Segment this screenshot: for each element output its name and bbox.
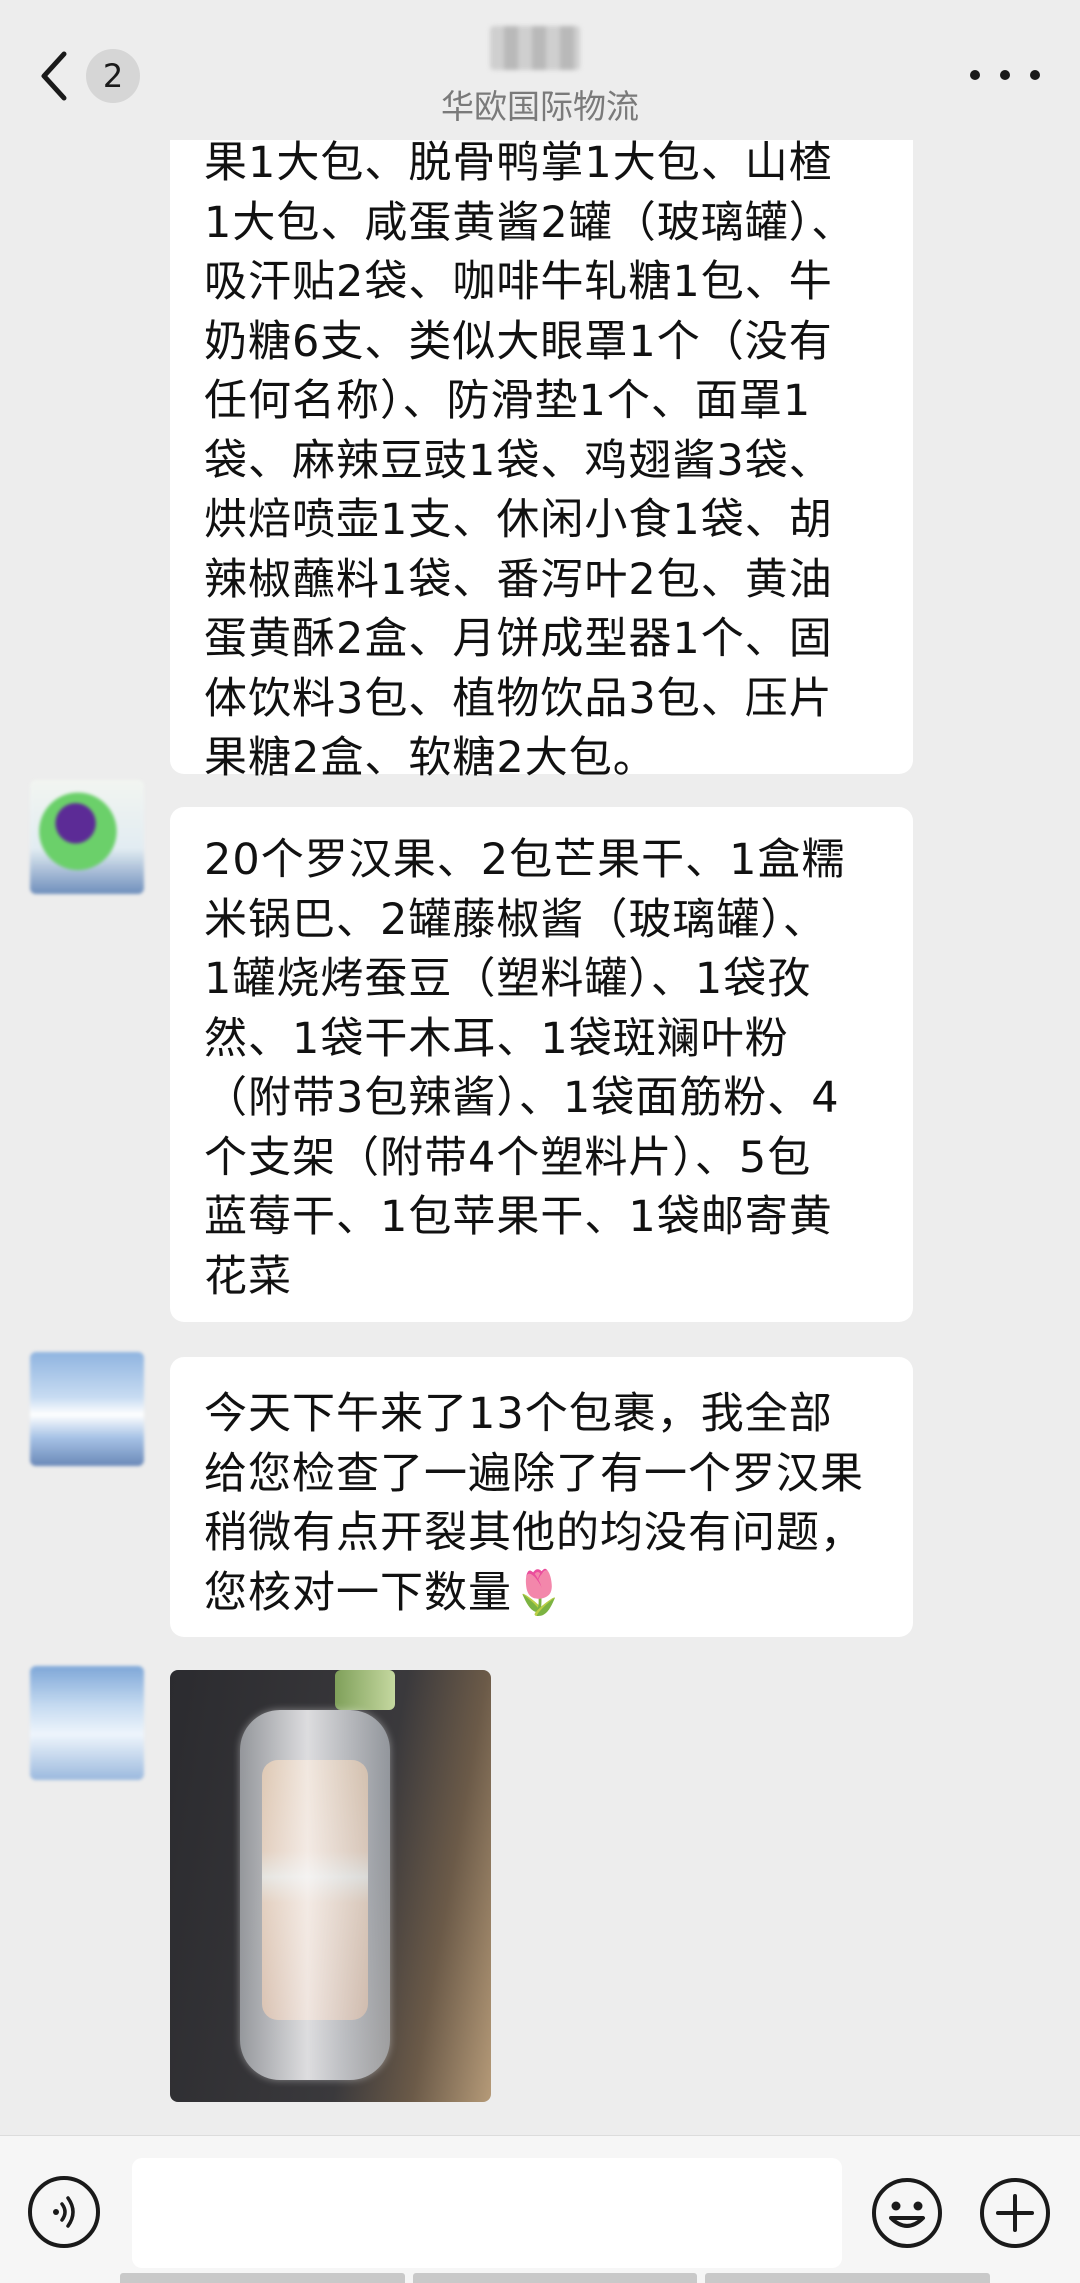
emoji-icon [872,2178,942,2248]
chat-header: 2 华欧国际物流 [0,0,1080,140]
message-input[interactable] [132,2158,842,2268]
message-line: 辣椒蘸料1袋、番泻叶2包、黄油 [204,554,833,605]
message-bubble[interactable]: 今天下午来了13个包裹，我全部 给您检查了一遍除了有一个罗汉果 稍微有点开裂其他… [170,1357,913,1637]
avatar[interactable] [30,1352,144,1466]
message-line: 体饮料3包、植物饮品3包、压片 [204,673,833,724]
message-line: 任何名称）、防滑垫1个、面罩1 [204,376,812,426]
more-dots-icon [1030,70,1040,80]
message-line: 吸汗贴2袋、咖啡牛轧糖1包、牛 [204,257,833,307]
message-line: 奶糖6支、类似大眼罩1个（没有 [204,316,833,367]
strip-segment [412,2273,698,2283]
message-line: 米锅巴、2罐藤椒酱（玻璃罐）、 [204,894,827,945]
message-line: 给您检查了一遍除了有一个罗汉果 [204,1448,864,1499]
message-line: 袋、麻辣豆豉1袋、鸡翅酱3袋、 [204,435,833,486]
message-line: 果糖2盒、软糖2大包。 [204,733,657,783]
message-line: 蛋黄酥2盒、月饼成型器1个、固 [204,614,833,664]
strip-segment [705,2273,991,2283]
message-bubble[interactable]: 果1大包、脱骨鸭掌1大包、山楂 1大包、咸蛋黄酱2罐（玻璃罐）、 吸汗贴2袋、咖… [170,118,913,783]
voice-button[interactable] [28,2176,100,2248]
message-line: 个支架（附带4个塑料片）、5包 [204,1132,812,1183]
voice-icon [53,2196,75,2228]
more-dots-icon [1000,70,1010,80]
chat-subtitle: 华欧国际物流 [441,87,639,126]
message-line: 20个罗汉果、2包芒果干、1盒糯 [204,835,846,885]
photo-bottle-lid [335,1670,395,1710]
message-line: 1大包、咸蛋黄酱2罐（玻璃罐）、 [204,197,856,248]
message-line: 您核对一下数量🌷 [204,1567,567,1618]
message-bubble[interactable]: 20个罗汉果、2包芒果干、1盒糯 米锅巴、2罐藤椒酱（玻璃罐）、 1罐烧烤蚕豆（… [170,807,913,1322]
plus-button[interactable] [978,2176,1052,2250]
message-image[interactable] [170,1670,491,2102]
message-line: 1罐烧烤蚕豆（塑料罐）、1袋孜 [204,954,812,1004]
more-button[interactable] [970,50,1040,100]
avatar[interactable] [30,1666,144,1780]
input-bar [0,2135,1080,2283]
emoji-button[interactable] [870,2176,944,2250]
photo-air-column-wrap [240,1710,390,2080]
message-line: 蓝莓干、1包苹果干、1袋邮寄黄 [204,1192,833,1242]
message-line: 然、1袋干木耳、1袋斑斓叶粉 [204,1013,789,1064]
plus-icon [980,2178,1050,2248]
message-line: 今天下午来了13个包裹，我全部 [204,1389,833,1439]
avatar[interactable] [30,780,144,894]
chat-title-blurred [490,26,580,70]
more-dots-icon [970,70,980,80]
strip-segment [120,2273,405,2283]
message-line: 花菜 [204,1251,292,1302]
message-line: 果1大包、脱骨鸭掌1大包、山楂 [204,138,833,188]
message-line: 稍微有点开裂其他的均没有问题， [204,1508,864,1558]
keyboard-strip [120,2273,991,2283]
chat-screen: 2 华欧国际物流 果1大包、脱骨鸭掌1大包、山楂 1大包、咸蛋黄酱2罐（玻璃罐）… [0,0,1080,2283]
message-line: 烘焙喷壶1支、休闲小食1袋、胡 [204,495,833,545]
message-line: （附带3包辣酱）、1袋面筋粉、4 [204,1073,840,1123]
